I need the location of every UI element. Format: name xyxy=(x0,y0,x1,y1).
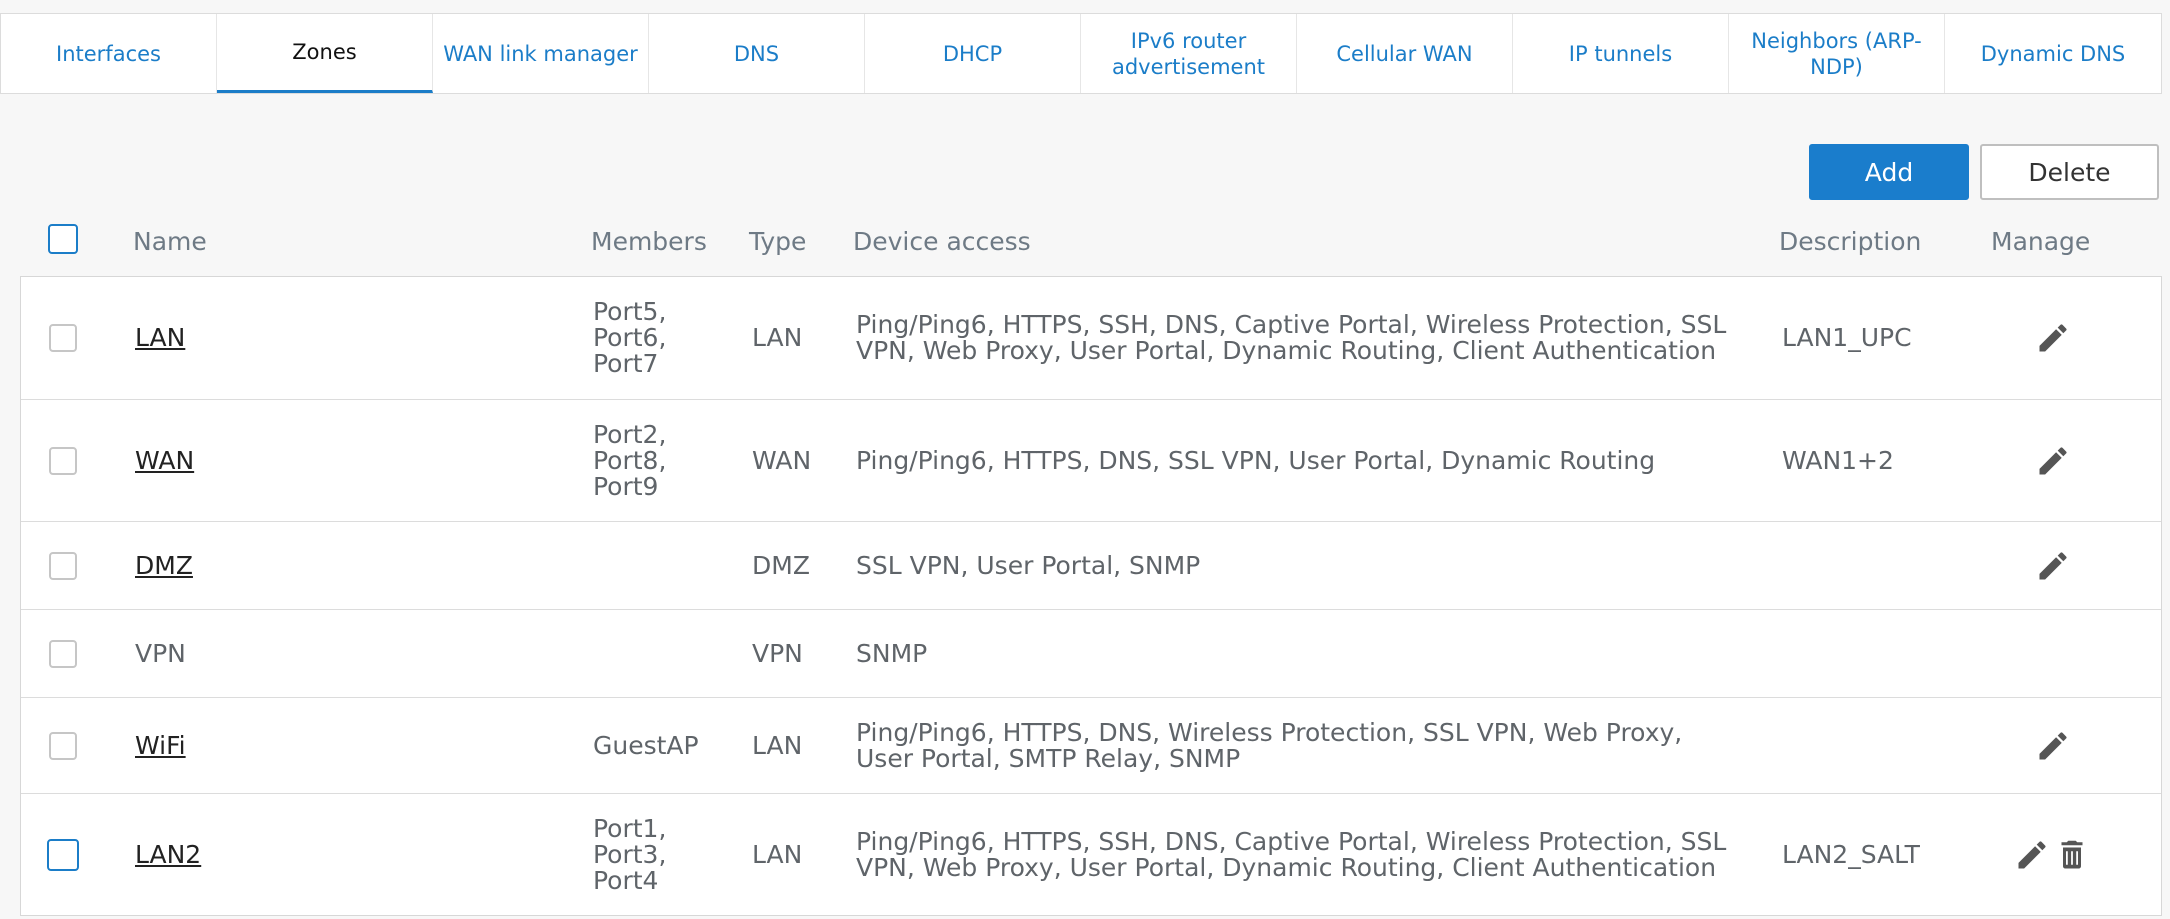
row-checkbox[interactable] xyxy=(49,552,77,580)
zone-device-access: Ping/Ping6, HTTPS, SSH, DNS, Captive Por… xyxy=(856,826,1727,882)
zone-name-link[interactable]: LAN2 xyxy=(135,841,201,868)
pencil-icon[interactable] xyxy=(2035,443,2071,479)
column-header-type: Type xyxy=(749,227,807,256)
zone-type: DMZ xyxy=(752,550,810,580)
zone-device-access: Ping/Ping6, HTTPS, SSH, DNS, Captive Por… xyxy=(856,310,1727,365)
column-header-manage: Manage xyxy=(1991,227,2091,256)
tab-bar: Interfaces Zones WAN link manager DNS DH… xyxy=(0,13,2162,94)
zone-members: Port1, Port3, Port4 xyxy=(593,813,667,895)
tab-cellular-wan[interactable]: Cellular WAN xyxy=(1297,14,1513,93)
zone-members: Port5, Port6, Port7 xyxy=(593,297,667,378)
tab-interfaces[interactable]: Interfaces xyxy=(1,14,217,93)
column-header-name: Name xyxy=(133,227,207,256)
zone-device-access: SNMP xyxy=(856,638,928,668)
select-all-checkbox[interactable] xyxy=(48,224,78,254)
tab-zones[interactable]: Zones xyxy=(217,14,433,93)
row-checkbox[interactable] xyxy=(49,732,77,760)
tab-wan-link-manager[interactable]: WAN link manager xyxy=(433,14,649,93)
zone-device-access: SSL VPN, User Portal, SNMP xyxy=(856,550,1201,580)
table-row: DMZ DMZ SSL VPN, User Portal, SNMP xyxy=(21,522,2161,610)
column-header-members: Members xyxy=(591,227,707,256)
table-row: LAN2 Port1, Port3, Port4 LAN Ping/Ping6,… xyxy=(21,794,2161,915)
add-button[interactable]: Add xyxy=(1809,144,1969,200)
zone-members: Port2, Port8, Port9 xyxy=(593,419,667,501)
row-checkbox[interactable] xyxy=(49,324,77,352)
row-checkbox[interactable] xyxy=(49,447,77,475)
zone-type: LAN xyxy=(752,323,803,352)
zone-type: WAN xyxy=(752,445,812,475)
zone-description: LAN2_SALT xyxy=(1782,839,1920,869)
row-checkbox[interactable] xyxy=(47,839,79,871)
zone-name-link[interactable]: LAN xyxy=(135,325,185,351)
tab-ipv6-router-advertisement[interactable]: IPv6 router advertisement xyxy=(1081,14,1297,93)
table-row: LAN Port5, Port6, Port7 LAN Ping/Ping6, … xyxy=(21,277,2161,400)
zone-name-link[interactable]: WAN xyxy=(135,447,194,474)
tab-dhcp[interactable]: DHCP xyxy=(865,14,1081,93)
zone-device-access: Ping/Ping6, HTTPS, DNS, SSL VPN, User Po… xyxy=(856,445,1656,475)
column-header-description: Description xyxy=(1779,227,1922,256)
zone-description: LAN1_UPC xyxy=(1782,323,1912,352)
trash-icon[interactable] xyxy=(2054,837,2090,873)
tab-dynamic-dns[interactable]: Dynamic DNS xyxy=(1945,14,2161,93)
zone-name-link[interactable]: WiFi xyxy=(135,732,186,759)
pencil-icon[interactable] xyxy=(2035,728,2071,764)
zone-name: VPN xyxy=(135,638,186,668)
table-row: VPN VPN SNMP xyxy=(21,610,2161,698)
zone-type: VPN xyxy=(752,638,803,668)
zone-name-link[interactable]: DMZ xyxy=(135,552,193,579)
tab-ip-tunnels[interactable]: IP tunnels xyxy=(1513,14,1729,93)
zone-type: LAN xyxy=(752,730,803,760)
table-row: WiFi GuestAP LAN Ping/Ping6, HTTPS, DNS,… xyxy=(21,698,2161,794)
pencil-icon[interactable] xyxy=(2035,320,2071,356)
zone-description: WAN1+2 xyxy=(1782,445,1894,475)
delete-button[interactable]: Delete xyxy=(1980,144,2159,200)
column-header-device-access: Device access xyxy=(853,227,1031,256)
row-checkbox[interactable] xyxy=(49,640,77,668)
table-row: WAN Port2, Port8, Port9 WAN Ping/Ping6, … xyxy=(21,400,2161,522)
zones-table: LAN Port5, Port6, Port7 LAN Ping/Ping6, … xyxy=(20,276,2162,916)
zone-type: LAN xyxy=(752,839,803,869)
tab-neighbors[interactable]: Neighbors (ARP-NDP) xyxy=(1729,14,1945,93)
pencil-icon[interactable] xyxy=(2014,837,2050,873)
zone-device-access: Ping/Ping6, HTTPS, DNS, Wireless Protect… xyxy=(856,717,1683,773)
zone-members: GuestAP xyxy=(593,730,699,760)
tab-dns[interactable]: DNS xyxy=(649,14,865,93)
pencil-icon[interactable] xyxy=(2035,548,2071,584)
